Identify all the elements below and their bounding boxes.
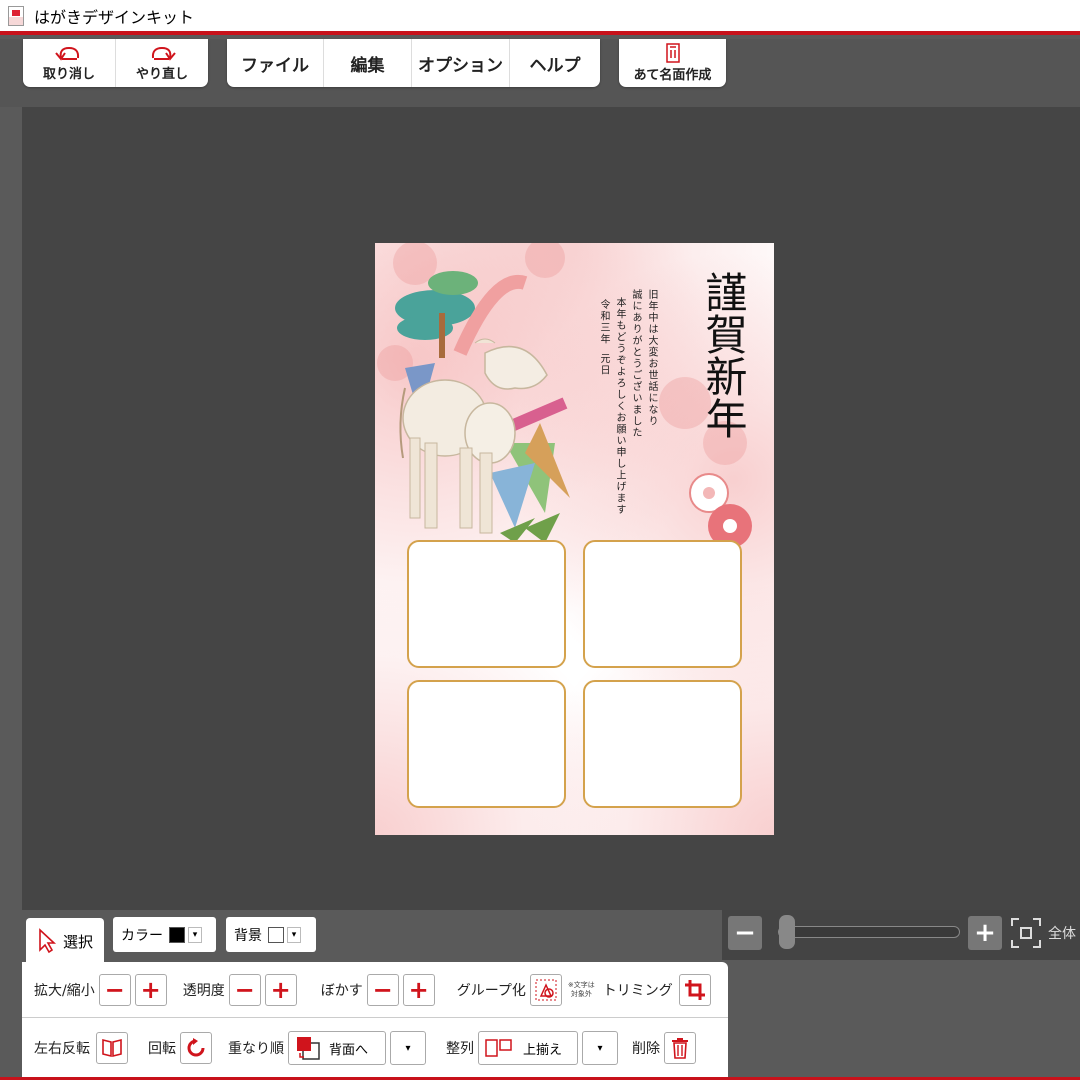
group-button[interactable]	[529, 973, 562, 1006]
order-send-back-button[interactable]: 背面へ	[288, 1031, 386, 1065]
trim-button[interactable]	[678, 973, 711, 1006]
color-dropdown-icon: ▾	[188, 926, 202, 943]
fit-all-button[interactable]: 全体	[1010, 916, 1080, 950]
fit-all-label: 全体	[1048, 926, 1076, 942]
undo-icon	[55, 46, 80, 61]
greeting-date-2[interactable]: 元日	[595, 353, 611, 383]
order-label: 重なり順	[228, 1041, 284, 1057]
properties-row-2: 左右反転 回転 重なり順 背面へ ▾ 整列 上揃え ▾ 削除	[22, 1020, 728, 1076]
color-label: カラー	[121, 927, 163, 944]
postcard-preview[interactable]: 謹賀新年 旧年中は大変お世話になり 誠にありがとうございました 本年もどうぞよろ…	[375, 243, 774, 835]
window-title: はがきデザインキット	[34, 7, 195, 27]
align-value: 上揃え	[523, 1042, 563, 1058]
background-swatch	[268, 926, 284, 943]
fit-screen-icon	[1011, 918, 1041, 948]
blur-minus-button[interactable]: −	[366, 973, 399, 1006]
menu-group: ファイル 編集 オプション ヘルプ	[227, 39, 600, 87]
scale-label: 拡大/縮小	[34, 982, 95, 999]
properties-row-1: 拡大/縮小 − + 透明度 − + ぼかす − + グループ化 ※文字は 対象外	[22, 962, 728, 1018]
scale-plus-button[interactable]: +	[134, 973, 167, 1006]
menu-edit[interactable]: 編集	[324, 39, 412, 87]
align-top-icon	[485, 1039, 512, 1057]
address-side-button[interactable]: あて名面作成	[619, 39, 726, 87]
delete-button[interactable]	[664, 1032, 696, 1064]
trim-label: トリミング	[602, 982, 673, 999]
background-picker[interactable]: 背景 ▾	[226, 917, 316, 952]
photo-frame-2[interactable]	[583, 540, 742, 668]
greeting-message-2[interactable]: 誠にありがとうございました	[627, 289, 643, 519]
redo-button[interactable]: やり直し	[116, 39, 208, 87]
zoom-in-button[interactable]: +	[968, 916, 1002, 950]
title-bar: はがきデザインキット	[0, 0, 1080, 35]
align-label: 整列	[446, 1041, 474, 1057]
rotate-button[interactable]	[180, 1032, 212, 1064]
color-picker[interactable]: カラー ▾	[113, 917, 216, 952]
opacity-plus-button[interactable]: +	[264, 973, 297, 1006]
menu-help[interactable]: ヘルプ	[510, 39, 600, 87]
greeting-title[interactable]: 謹賀新年	[697, 271, 748, 439]
rotate-icon	[187, 1038, 205, 1057]
opacity-label: 透明度	[182, 982, 225, 999]
address-group: あて名面作成	[619, 39, 726, 87]
flip-label: 左右反転	[34, 1041, 90, 1057]
tab-select[interactable]: 選択	[26, 918, 104, 964]
menu-file-label: ファイル	[241, 55, 309, 76]
send-back-icon	[297, 1037, 320, 1060]
group-note-line-2: 対象外	[570, 989, 592, 998]
app-window: はがきデザインキット 取り消し やり直し ファイル 編集 オプション ヘルプ あ…	[0, 0, 1080, 1080]
flip-book-icon	[102, 1038, 122, 1058]
address-card-icon	[665, 43, 680, 63]
cursor-arrow-icon	[39, 928, 57, 954]
opacity-minus-button[interactable]: −	[228, 973, 261, 1006]
order-dropdown-icon: ▾	[405, 1042, 411, 1054]
group-icon	[535, 979, 557, 1000]
order-value: 背面へ	[329, 1042, 369, 1058]
trash-icon	[672, 1038, 688, 1059]
group-note-line-1: ※文字は	[567, 980, 595, 989]
menu-options-label: オプション	[418, 55, 503, 76]
greeting-message-3[interactable]: 本年もどうぞよろしくお願い申し上げます	[611, 297, 627, 527]
zoom-out-button[interactable]: −	[728, 916, 762, 950]
menu-edit-label: 編集	[350, 55, 385, 76]
group-note: ※文字は 対象外	[568, 981, 595, 999]
crop-icon	[684, 979, 705, 1000]
align-dropdown[interactable]: ▾	[582, 1031, 618, 1065]
app-postcard-icon	[8, 5, 24, 26]
order-dropdown[interactable]: ▾	[390, 1031, 426, 1065]
group-label: グループ化	[456, 982, 526, 999]
rotate-label: 回転	[148, 1041, 176, 1057]
address-side-label: あて名面作成	[633, 68, 712, 83]
history-group: 取り消し やり直し	[23, 39, 208, 87]
photo-frame-1[interactable]	[407, 540, 566, 668]
left-strip	[0, 107, 22, 1080]
background-label: 背景	[234, 927, 262, 944]
zoom-slider-thumb[interactable]	[779, 915, 795, 949]
redo-label: やり直し	[135, 67, 188, 82]
redo-icon	[151, 46, 176, 61]
undo-button[interactable]: 取り消し	[23, 39, 116, 87]
color-swatch	[169, 926, 185, 943]
blur-label: ぼかす	[320, 982, 363, 999]
zoom-slider-track[interactable]	[778, 926, 960, 938]
properties-panel: 拡大/縮小 − + 透明度 − + ぼかす − + グループ化 ※文字は 対象外	[22, 962, 728, 1080]
scale-minus-button[interactable]: −	[98, 973, 131, 1006]
align-dropdown-icon: ▾	[597, 1042, 603, 1054]
align-top-button[interactable]: 上揃え	[478, 1031, 578, 1065]
photo-frame-3[interactable]	[407, 680, 566, 808]
greeting-message-1[interactable]: 旧年中は大変お世話になり	[643, 289, 659, 519]
menu-file[interactable]: ファイル	[227, 39, 324, 87]
background-dropdown-icon: ▾	[287, 926, 301, 943]
menu-options[interactable]: オプション	[412, 39, 510, 87]
menu-help-label: ヘルプ	[529, 55, 581, 76]
delete-label: 削除	[632, 1041, 660, 1057]
photo-frame-4[interactable]	[583, 680, 742, 808]
blur-plus-button[interactable]: +	[402, 973, 435, 1006]
toolbar: 取り消し やり直し ファイル 編集 オプション ヘルプ あて名面作成	[0, 39, 1080, 107]
undo-label: 取り消し	[42, 67, 95, 82]
tab-select-label: 選択	[62, 932, 93, 951]
flip-button[interactable]	[96, 1032, 128, 1064]
